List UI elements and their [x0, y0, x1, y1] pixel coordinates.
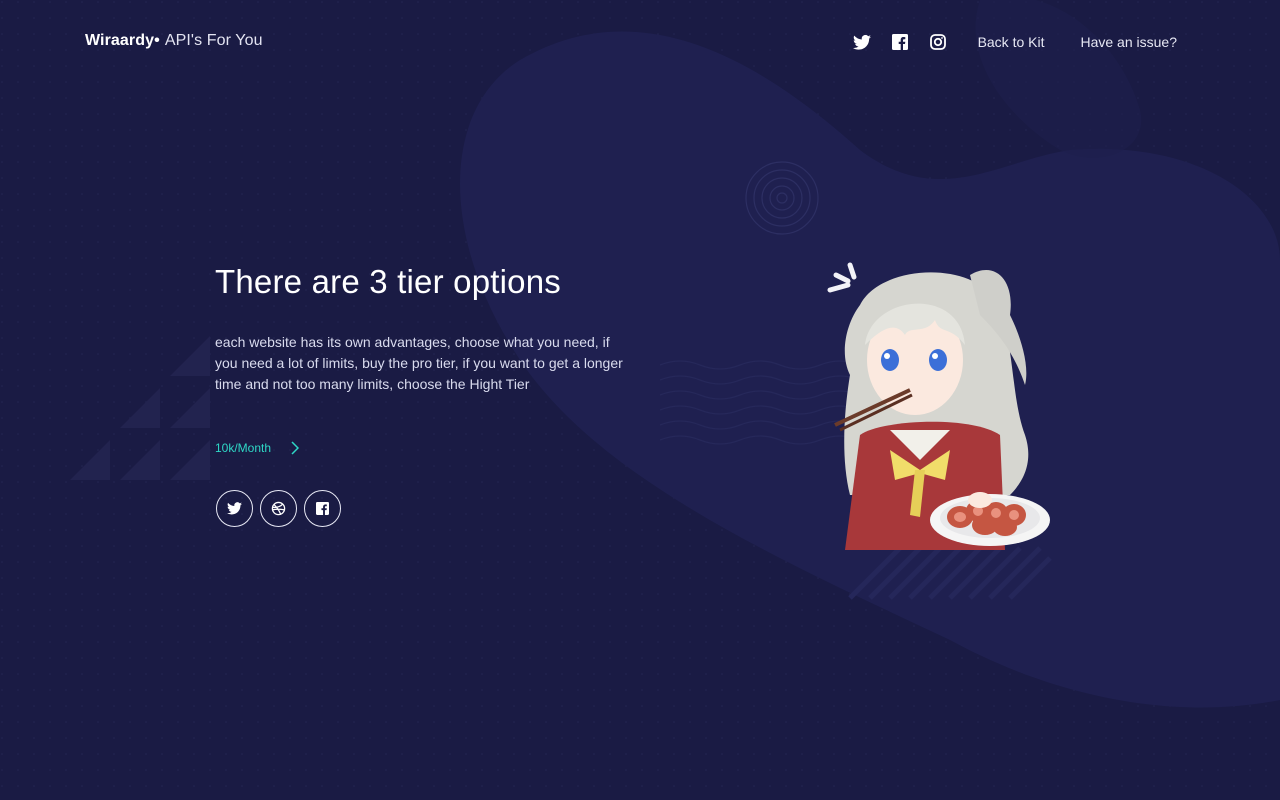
brand-logo[interactable]: Wiraardy• API's For You	[85, 32, 263, 50]
brand-tagline: API's For You	[164, 32, 263, 49]
facebook-icon[interactable]	[890, 30, 910, 54]
nav-link-back-to-kit[interactable]: Back to Kit	[978, 34, 1045, 50]
dribbble-icon	[271, 501, 286, 516]
brand-name: Wiraardy	[85, 32, 155, 49]
page: Wiraardy• API's For You Back to Kit Have …	[0, 0, 1280, 800]
facebook-button[interactable]	[304, 490, 341, 527]
top-nav: Back to Kit Have an issue?	[852, 30, 1177, 54]
tier-link[interactable]: 10k/Month	[215, 441, 300, 455]
chevron-right-icon	[291, 441, 300, 455]
nav-link-have-an-issue[interactable]: Have an issue?	[1080, 34, 1177, 50]
dribbble-button[interactable]	[260, 490, 297, 527]
twitter-icon	[227, 502, 242, 515]
facebook-icon	[316, 502, 329, 515]
twitter-button[interactable]	[216, 490, 253, 527]
anime-girl-illustration	[827, 262, 1050, 550]
social-buttons	[216, 490, 348, 527]
brand-dot: •	[154, 32, 160, 49]
instagram-icon[interactable]	[928, 30, 948, 54]
hero-title: There are 3 tier options	[215, 263, 561, 300]
hero-description: each website has its own advantages, cho…	[215, 334, 623, 392]
tier-link-label: 10k/Month	[215, 441, 272, 455]
twitter-icon[interactable]	[852, 30, 872, 54]
background-decoration	[0, 0, 1280, 800]
